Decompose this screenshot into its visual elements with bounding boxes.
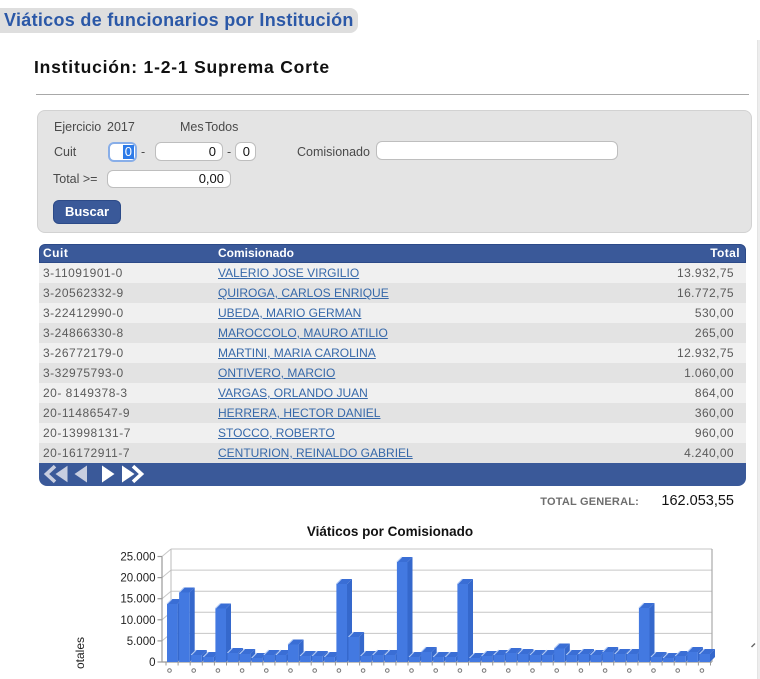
svg-text:otales: otales bbox=[73, 637, 87, 669]
svg-text:Viáticos por Comisionado: Viáticos por Comisionado bbox=[307, 524, 473, 539]
svg-text:0: 0 bbox=[149, 657, 155, 669]
svg-text:25.000: 25.000 bbox=[120, 552, 155, 564]
svg-text:5.000: 5.000 bbox=[127, 636, 156, 648]
svg-text:10.000: 10.000 bbox=[120, 615, 155, 627]
svg-text:20.000: 20.000 bbox=[120, 573, 155, 585]
svg-text:15.000: 15.000 bbox=[120, 594, 155, 606]
